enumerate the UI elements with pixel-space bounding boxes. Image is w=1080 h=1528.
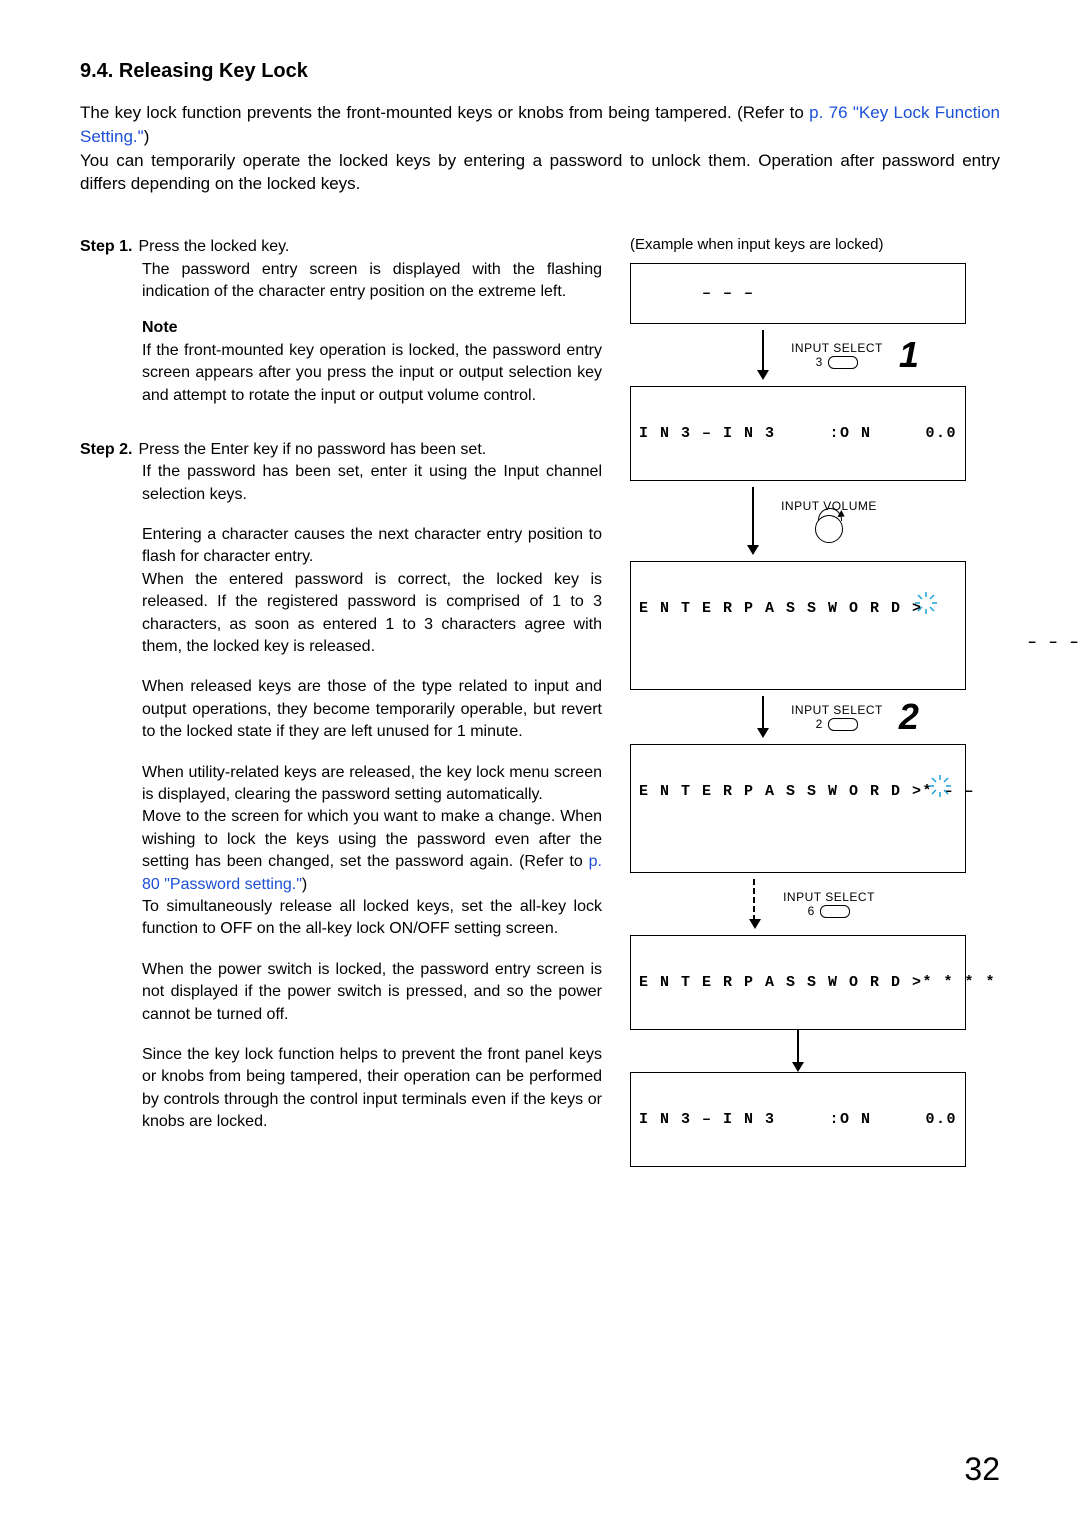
key-button-icon (820, 905, 850, 918)
note-label: Note (142, 317, 602, 339)
lcd-0: – – – (630, 263, 966, 324)
intro-text-2: You can temporarily operate the locked k… (80, 151, 1000, 194)
step-2-p5: When released keys are those of the type… (142, 676, 602, 743)
step-2-p7: Move to the screen for which you want to… (142, 806, 602, 896)
callout-2: 2 (899, 696, 919, 738)
lcd-1: I N 3 – I N 3 :O N 0.0 (630, 386, 966, 481)
lcd-4-left: E N T E R P A S S W O R D > (639, 974, 923, 991)
step-1-label: Step 1. (80, 236, 132, 258)
step-2-p7a: Move to the screen for which you want to… (142, 808, 602, 870)
intro-text-1b: ) (144, 127, 150, 146)
lcd-2-right: – – – (1028, 634, 1080, 651)
key-number-2: 2 (816, 717, 823, 731)
step-2-line2: If the password has been set, enter it u… (142, 461, 602, 506)
key-number-3: 3 (816, 355, 823, 369)
arrow-down-dashed-icon (749, 879, 761, 929)
lcd-2-left: E N T E R P A S S W O R D > (639, 600, 923, 651)
arrow-down-icon (792, 1030, 804, 1072)
step-1-body: The password entry screen is displayed w… (142, 259, 602, 304)
step-2-p6: When utility-related keys are released, … (142, 762, 602, 807)
arrow-down-icon (757, 330, 769, 380)
lcd-2: E N T E R P A S S W O R D > – – – (630, 561, 966, 690)
input-select-label-1: INPUT SELECT (791, 341, 883, 355)
step-2-first: Press the Enter key if no password has b… (138, 439, 486, 461)
input-select-key-3: 6 (783, 904, 875, 918)
lcd-5-mid: :O N (830, 1111, 872, 1128)
lcd-1-mid: :O N (830, 425, 872, 442)
step-2-p8: To simultaneously release all locked key… (142, 896, 602, 941)
right-column: (Example when input keys are locked) – –… (630, 236, 1000, 1167)
key-button-icon (828, 356, 858, 369)
section-number: 9.4. (80, 60, 113, 82)
intro-paragraph: The key lock function prevents the front… (80, 101, 1000, 196)
cursor-flash-icon (923, 600, 1028, 651)
section-title: Releasing Key Lock (119, 60, 308, 82)
cursor-flash-icon (937, 783, 1063, 834)
lcd-1-right: 0.0 (925, 425, 957, 442)
section-heading: 9.4. Releasing Key Lock (80, 60, 1000, 83)
left-column: Step 1. Press the locked key. The passwo… (80, 236, 602, 1167)
lcd-5: I N 3 – I N 3 :O N 0.0 (630, 1072, 966, 1167)
intro-text-1: The key lock function prevents the front… (80, 103, 809, 122)
step-2-p10: Since the key lock function helps to pre… (142, 1044, 602, 1134)
step-1: Step 1. Press the locked key. The passwo… (80, 236, 602, 407)
input-select-label-3: INPUT SELECT (783, 890, 875, 904)
lcd-4-right: * * * * (923, 974, 997, 991)
key-number-6: 6 (808, 904, 815, 918)
step-2-p3: Entering a character causes the next cha… (142, 524, 602, 569)
lcd-4: E N T E R P A S S W O R D > * * * * (630, 935, 966, 1030)
lcd-3: E N T E R P A S S W O R D > * – – (630, 744, 966, 873)
callout-1: 1 (899, 334, 919, 376)
step-2: Step 2. Press the Enter key if no passwo… (80, 439, 602, 1134)
input-select-key-2: 2 (791, 717, 883, 731)
step-1-first: Press the locked key. (138, 236, 289, 258)
step-1-note: If the front-mounted key operation is lo… (142, 340, 602, 407)
page-number: 32 (964, 1451, 1000, 1488)
lcd-5-right: 0.0 (925, 1111, 957, 1128)
step-2-label: Step 2. (80, 439, 132, 461)
key-button-icon (828, 718, 858, 731)
input-select-label-2: INPUT SELECT (791, 703, 883, 717)
example-label: (Example when input keys are locked) (630, 236, 1000, 253)
step-2-p4: When the entered password is correct, th… (142, 569, 602, 659)
step-2-p9: When the power switch is locked, the pas… (142, 959, 602, 1026)
lcd-0-text: – – – (702, 285, 755, 302)
volume-knob-icon (815, 515, 843, 543)
arrow-down-icon (747, 487, 759, 555)
lcd-3-left: E N T E R P A S S W O R D > (639, 783, 923, 834)
arrow-down-icon (757, 696, 769, 738)
lcd-5-left: I N 3 – I N 3 (639, 1111, 776, 1128)
input-select-key-1: 3 (791, 355, 883, 369)
step-2-p7b: ) (302, 876, 307, 893)
lcd-1-left: I N 3 – I N 3 (639, 425, 776, 442)
